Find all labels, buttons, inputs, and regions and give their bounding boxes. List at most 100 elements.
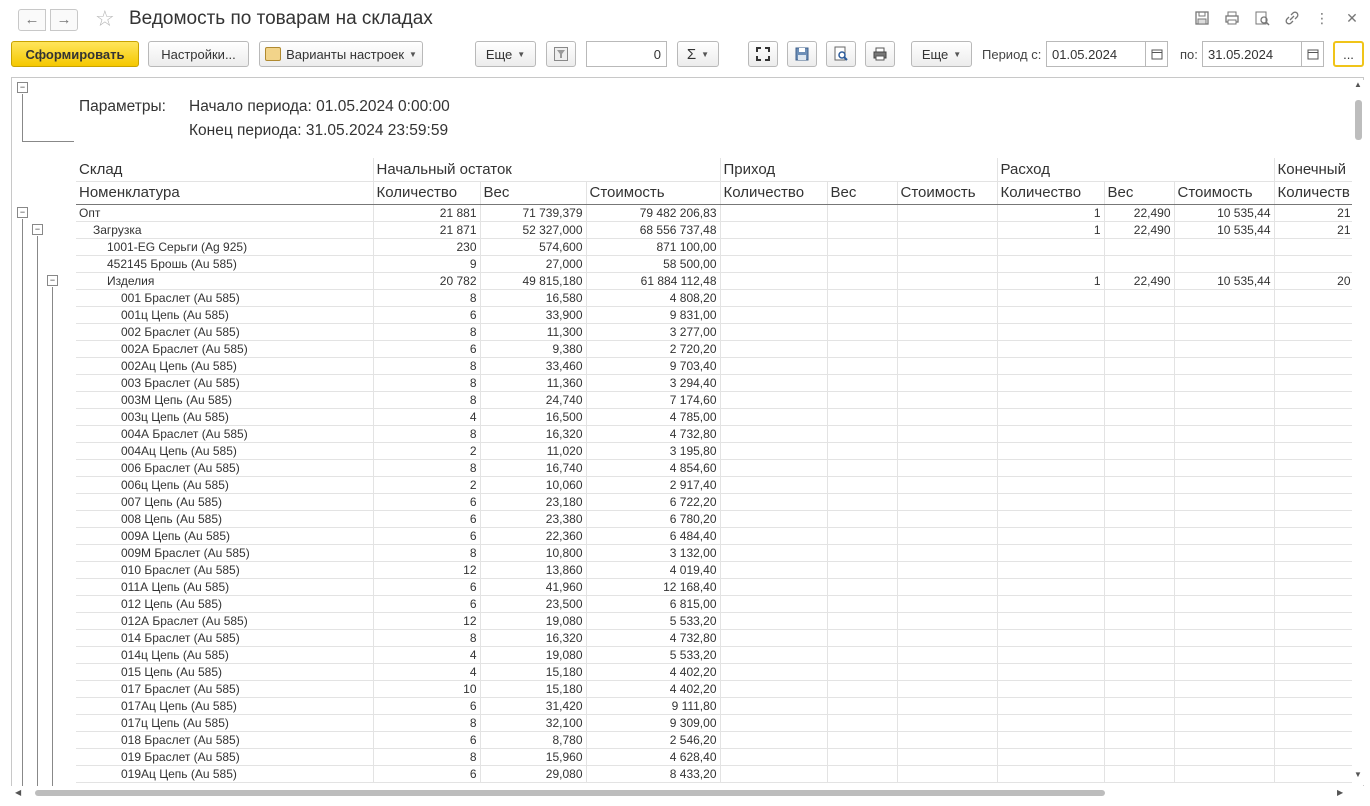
table-row[interactable]: 019Ац Цепь (Au 585) 6 29,080 8 433,20	[76, 765, 1355, 783]
more2-button[interactable]: Еще ▼	[911, 41, 972, 67]
cell-out-cost	[1174, 255, 1275, 273]
save-icon[interactable]	[1192, 8, 1212, 28]
cell-out-cost	[1174, 289, 1275, 307]
table-row[interactable]: 006ц Цепь (Au 585) 2 10,060 2 917,40	[76, 476, 1355, 494]
row-name: 006ц Цепь (Au 585)	[76, 476, 374, 494]
table-row[interactable]: 012 Цепь (Au 585) 6 23,500 6 815,00	[76, 595, 1355, 613]
period-from-input[interactable]: 01.05.2024	[1046, 41, 1146, 67]
horizontal-scrollbar[interactable]: ◀ ▶	[11, 786, 1364, 800]
header-cell: Стоимость	[1174, 181, 1275, 205]
table-row[interactable]: 012А Браслет (Au 585) 12 19,080 5 533,20	[76, 612, 1355, 630]
period-select-button[interactable]: ...	[1333, 41, 1364, 67]
table-row[interactable]: 019 Браслет (Au 585) 8 15,960 4 628,40	[76, 748, 1355, 766]
scroll-left-icon[interactable]: ◀	[15, 788, 21, 797]
scroll-right-icon[interactable]: ▶	[1337, 788, 1343, 797]
back-arrow-icon[interactable]: ←	[18, 9, 46, 31]
table-row[interactable]: 017 Браслет (Au 585) 10 15,180 4 402,20	[76, 680, 1355, 698]
cell-in-cost	[897, 425, 998, 443]
collapse-opt-icon[interactable]: −	[17, 207, 28, 218]
collapse-items-icon[interactable]: −	[47, 275, 58, 286]
print-icon[interactable]	[1222, 8, 1242, 28]
table-row[interactable]: 004А Браслет (Au 585) 8 16,320 4 732,80	[76, 425, 1355, 443]
table-row[interactable]: 009А Цепь (Au 585) 6 22,360 6 484,40	[76, 527, 1355, 545]
print-report-icon[interactable]	[865, 41, 895, 67]
sum-icon: Σ	[686, 45, 697, 63]
vertical-scrollbar[interactable]: ▲ ▼	[1352, 80, 1364, 785]
horizontal-scroll-thumb[interactable]	[35, 790, 1105, 796]
settings-button[interactable]: Настройки...	[148, 41, 249, 67]
table-row[interactable]: 452145 Брошь (Au 585) 9 27,000 58 500,00	[76, 255, 1355, 273]
cell-in-cost	[897, 629, 998, 647]
cell-in-cost	[897, 408, 998, 426]
table-row[interactable]: 014 Браслет (Au 585) 8 16,320 4 732,80	[76, 629, 1355, 647]
table-row[interactable]: 017Ац Цепь (Au 585) 6 31,420 9 111,80	[76, 697, 1355, 715]
preview-report-icon[interactable]	[826, 41, 856, 67]
table-row[interactable]: 018 Браслет (Au 585) 6 8,780 2 546,20	[76, 731, 1355, 749]
fullscreen-icon[interactable]	[748, 41, 778, 67]
cell-in-qty	[720, 748, 828, 766]
cell-cost: 6 780,20	[586, 510, 721, 528]
favorite-star-icon[interactable]: ☆	[95, 6, 115, 32]
cell-cost: 8 433,20	[586, 765, 721, 783]
cell-in-qty	[720, 680, 828, 698]
table-row[interactable]: Изделия 20 782 49 815,180 61 884 112,48 1 22,…	[76, 272, 1355, 290]
forward-arrow-icon[interactable]: →	[50, 9, 78, 31]
table-row[interactable]: 004Ац Цепь (Au 585) 2 11,020 3 195,80	[76, 442, 1355, 460]
cell-cost: 6 815,00	[586, 595, 721, 613]
table-row[interactable]: 001ц Цепь (Au 585) 6 33,900 9 831,00	[76, 306, 1355, 324]
cell-in-weight	[827, 476, 898, 494]
table-row[interactable]: 009М Браслет (Au 585) 8 10,800 3 132,00	[76, 544, 1355, 562]
collapse-params-icon[interactable]: −	[17, 82, 28, 93]
vertical-scroll-thumb[interactable]	[1355, 100, 1362, 140]
table-row[interactable]: 015 Цепь (Au 585) 4 15,180 4 402,20	[76, 663, 1355, 681]
period-to-input[interactable]: 31.05.2024	[1202, 41, 1302, 67]
table-row[interactable]: 003ц Цепь (Au 585) 4 16,500 4 785,00	[76, 408, 1355, 426]
table-row[interactable]: 003 Браслет (Au 585) 8 11,360 3 294,40	[76, 374, 1355, 392]
table-row[interactable]: 017ц Цепь (Au 585) 8 32,100 9 309,00	[76, 714, 1355, 732]
cell-weight: 10,060	[480, 476, 587, 494]
more-button[interactable]: Еще ▼	[475, 41, 536, 67]
cell-cost: 4 628,40	[586, 748, 721, 766]
link-icon[interactable]	[1282, 8, 1302, 28]
cell-end-qty: 21	[1274, 221, 1355, 239]
table-row[interactable]: 014ц Цепь (Au 585) 4 19,080 5 533,20	[76, 646, 1355, 664]
scroll-up-icon[interactable]: ▲	[1354, 80, 1362, 89]
more-vertical-icon[interactable]: ⋮	[1312, 8, 1332, 28]
cell-in-weight	[827, 612, 898, 630]
generate-button[interactable]: Сформировать	[11, 41, 139, 67]
table-row[interactable]: 006 Браслет (Au 585) 8 16,740 4 854,60	[76, 459, 1355, 477]
command-bar: Сформировать Настройки... Варианты настр…	[0, 39, 1370, 71]
table-row[interactable]: Опт 21 881 71 739,379 79 482 206,83 1 22,490 1…	[76, 204, 1355, 222]
cell-out-qty	[997, 408, 1105, 426]
cell-in-weight	[827, 425, 898, 443]
cell-in-qty	[720, 374, 828, 392]
table-row[interactable]: 008 Цепь (Au 585) 6 23,380 6 780,20	[76, 510, 1355, 528]
cell-out-qty	[997, 425, 1105, 443]
table-row[interactable]: 002 Браслет (Au 585) 8 11,300 3 277,00	[76, 323, 1355, 341]
table-row[interactable]: 010 Браслет (Au 585) 12 13,860 4 019,40	[76, 561, 1355, 579]
cell-out-cost: 10 535,44	[1174, 221, 1275, 239]
close-icon[interactable]: ✕	[1342, 8, 1362, 28]
save-report-icon[interactable]	[787, 41, 817, 67]
scroll-down-icon[interactable]: ▼	[1354, 770, 1362, 779]
cell-out-qty	[997, 561, 1105, 579]
table-row[interactable]: 003М Цепь (Au 585) 8 24,740 7 174,60	[76, 391, 1355, 409]
filter-icon[interactable]	[546, 41, 576, 67]
calendar-icon[interactable]	[1146, 41, 1168, 67]
variants-button[interactable]: Варианты настроек ▼	[259, 41, 423, 67]
cell-out-qty	[997, 527, 1105, 545]
cell-weight: 23,500	[480, 595, 587, 613]
table-row[interactable]: 1001-EG Серьги (Ag 925) 230 574,600 871 100…	[76, 238, 1355, 256]
preview-icon[interactable]	[1252, 8, 1272, 28]
table-row[interactable]: 011А Цепь (Au 585) 6 41,960 12 168,40	[76, 578, 1355, 596]
table-row[interactable]: 002А Браслет (Au 585) 6 9,380 2 720,20	[76, 340, 1355, 358]
count-field[interactable]: 0	[586, 41, 667, 67]
collapse-load-icon[interactable]: −	[32, 224, 43, 235]
table-row[interactable]: 002Ац Цепь (Au 585) 8 33,460 9 703,40	[76, 357, 1355, 375]
sum-button[interactable]: Σ ▼	[677, 41, 719, 67]
table-row[interactable]: 007 Цепь (Au 585) 6 23,180 6 722,20	[76, 493, 1355, 511]
table-row[interactable]: 001 Браслет (Au 585) 8 16,580 4 808,20	[76, 289, 1355, 307]
calendar-icon[interactable]	[1302, 41, 1324, 67]
cell-in-qty	[720, 510, 828, 528]
table-row[interactable]: Загрузка 21 871 52 327,000 68 556 737,48 1 22…	[76, 221, 1355, 239]
